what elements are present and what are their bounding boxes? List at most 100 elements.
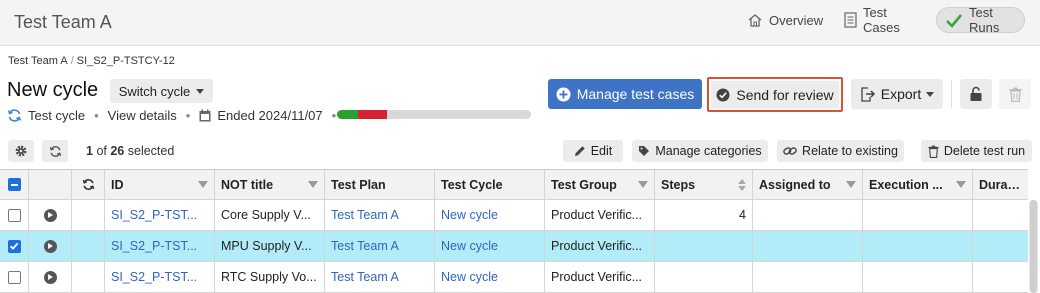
row-checkbox[interactable] (7, 239, 21, 253)
manage-test-cases-button[interactable]: Manage test cases (548, 79, 702, 109)
column-label: Steps (661, 177, 696, 192)
filter-icon[interactable] (846, 181, 856, 188)
sort-icon[interactable] (738, 178, 746, 191)
row-test-plan-link[interactable]: Test Team A (325, 200, 435, 230)
manage-categories-button[interactable]: Manage categories (632, 140, 768, 162)
play-icon[interactable] (43, 239, 57, 253)
column-header-assigned-to[interactable]: Assigned to (753, 170, 863, 199)
send-for-review-label: Send for review (736, 86, 834, 103)
play-icon[interactable] (43, 270, 57, 284)
row-test-group: Product Verific... (545, 231, 655, 261)
row-title: Core Supply V... (215, 200, 325, 230)
nav-test-runs[interactable]: Test Runs (936, 5, 1025, 35)
row-checkbox[interactable] (7, 208, 21, 222)
header-sync-cell[interactable] (72, 170, 105, 199)
column-header-id[interactable]: ID (105, 170, 215, 199)
top-header: Test Team A Overview Test Cases Test Run… (0, 0, 1040, 46)
row-test-cycle-link[interactable]: New cycle (435, 200, 545, 230)
row-test-cycle-link[interactable]: New cycle (435, 262, 545, 292)
row-test-plan-link[interactable]: Test Team A (325, 262, 435, 292)
row-id-text: SI_S2_P-TST... (111, 239, 198, 253)
settings-button[interactable] (8, 140, 34, 162)
row-select-cell (0, 200, 29, 230)
gear-icon (15, 145, 27, 157)
filter-icon[interactable] (638, 181, 648, 188)
row-execution (863, 231, 973, 261)
row-test-group: Product Verific... (545, 200, 655, 230)
select-all-checkbox[interactable] (7, 178, 21, 191)
test-runs-table: ID NOT title Test Plan Test Cycle Test G… (0, 169, 1028, 293)
delete-cycle-button[interactable] (999, 79, 1031, 109)
lock-button[interactable] (960, 79, 992, 109)
column-label: ID (111, 177, 124, 192)
row-test-cycle-link[interactable]: New cycle (435, 231, 545, 261)
relate-to-existing-label: Relate to existing (802, 144, 898, 158)
row-test-plan-text: Test Team A (331, 208, 399, 222)
delete-test-run-label: Delete test run (943, 144, 1026, 158)
column-header-test-cycle[interactable]: Test Cycle (435, 170, 545, 199)
row-title-text: MPU Supply V... (221, 239, 312, 253)
row-id-link[interactable]: SI_S2_P-TST... (105, 200, 215, 230)
export-button[interactable]: Export (851, 79, 943, 109)
refresh-button[interactable] (42, 140, 68, 162)
nav-test-cases-label: Test Cases (863, 5, 900, 35)
row-title-text: RTC Supply Vo... (221, 270, 317, 284)
play-icon[interactable] (43, 208, 57, 222)
table-row[interactable]: SI_S2_P-TST... MPU Supply V... Test Team… (0, 231, 1028, 262)
row-id-link[interactable]: SI_S2_P-TST... (105, 231, 215, 261)
column-header-duration[interactable]: Duration (973, 170, 1028, 199)
dot-separator: • (331, 107, 337, 123)
cycle-subline: Test cycle • View details • Ended 2024/1… (7, 107, 339, 123)
select-all-cell (0, 170, 29, 199)
view-details-link[interactable]: View details (108, 108, 177, 123)
row-id-text: SI_S2_P-TST... (111, 208, 198, 222)
row-duration (973, 200, 1028, 230)
selected-total: 26 (110, 144, 125, 158)
checkmark-icon (946, 13, 963, 28)
row-run-cell (29, 200, 72, 230)
progress-segment-2 (387, 110, 531, 119)
table-row[interactable]: SI_S2_P-TST... Core Supply V... Test Tea… (0, 200, 1028, 231)
send-for-review-button[interactable]: Send for review (707, 77, 843, 112)
document-icon (844, 12, 857, 28)
column-label: Duration (979, 177, 1022, 192)
row-sync-cell (72, 231, 105, 261)
filter-icon[interactable] (198, 181, 208, 188)
dot-separator: • (94, 107, 99, 123)
nav-test-cases[interactable]: Test Cases (836, 5, 930, 35)
manage-test-cases-label: Manage test cases (576, 86, 695, 102)
row-id-link[interactable]: SI_S2_P-TST... (105, 262, 215, 292)
switch-cycle-button[interactable]: Switch cycle (110, 79, 213, 103)
row-steps: 4 (655, 200, 753, 230)
filter-icon[interactable] (956, 181, 966, 188)
relate-to-existing-button[interactable]: Relate to existing (777, 140, 904, 162)
row-duration (973, 231, 1028, 261)
breadcrumb-team[interactable]: Test Team A (8, 55, 68, 67)
edit-label: Edit (590, 144, 613, 158)
filter-icon[interactable] (308, 181, 318, 188)
refresh-icon (7, 108, 22, 122)
row-test-plan-link[interactable]: Test Team A (325, 231, 435, 261)
vertical-scrollbar-thumb[interactable] (1030, 200, 1037, 293)
nav-overview[interactable]: Overview (739, 7, 827, 33)
table-row[interactable]: SI_S2_P-TST... RTC Supply Vo... Test Tea… (0, 262, 1028, 293)
progress-bar (337, 110, 531, 119)
trash-icon (928, 145, 939, 158)
dot-separator: • (185, 107, 191, 123)
row-checkbox[interactable] (7, 270, 21, 284)
delete-test-run-button[interactable]: Delete test run (921, 140, 1032, 162)
row-title: RTC Supply Vo... (215, 262, 325, 292)
column-header-execution[interactable]: Execution ... (863, 170, 973, 199)
column-header-test-plan[interactable]: Test Plan (325, 170, 435, 199)
tag-icon (639, 146, 650, 156)
nav-overview-label: Overview (769, 12, 824, 28)
column-header-test-group[interactable]: Test Group (545, 170, 655, 199)
column-header-steps[interactable]: Steps (655, 170, 753, 199)
selected-count: 1 (86, 144, 93, 158)
edit-button[interactable]: Edit (563, 140, 623, 162)
cycle-type: Test cycle (28, 107, 86, 123)
column-header-title[interactable]: NOT title (215, 170, 325, 199)
row-test-group-text: Product Verific... (551, 239, 643, 253)
row-id-text: SI_S2_P-TST... (111, 270, 198, 284)
page-title: New cycle (7, 79, 99, 101)
